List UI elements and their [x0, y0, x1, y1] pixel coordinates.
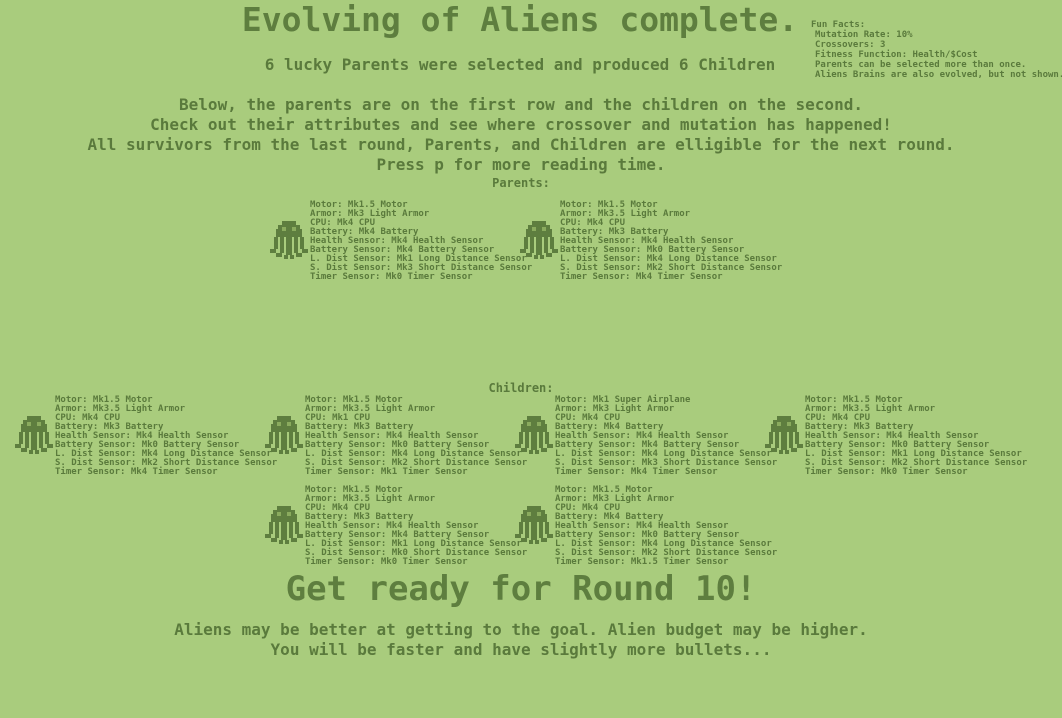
child-card: Motor: Mk1.5 Motor Armor: Mk3.5 Light Arm…: [15, 396, 277, 477]
fun-fact-line: Crossovers: 3: [815, 40, 886, 50]
alien-sprite-icon: [515, 416, 553, 456]
footer-line: You will be faster and have slightly mor…: [270, 640, 772, 659]
alien-attributes: Motor: Mk1.5 Motor Armor: Mk3 Light Armor…: [555, 486, 777, 567]
intro-line: Check out their attributes and see where…: [150, 115, 892, 134]
alien-attributes: Motor: Mk1.5 Motor Armor: Mk3.5 Light Arm…: [305, 486, 527, 567]
fun-fact-line: Parents can be selected more than once.: [815, 60, 1027, 70]
footer-line: Aliens may be better at getting to the g…: [174, 620, 868, 639]
fun-fact-line: Aliens Brains are also evolved, but not …: [815, 70, 1062, 80]
alien-attributes: Motor: Mk1 Super Airplane Armor: Mk3 Ligh…: [555, 396, 777, 477]
attribute-line: Timer Sensor: Mk1 Timer Sensor: [305, 467, 468, 477]
alien-sprite-icon: [15, 416, 53, 456]
child-card: Motor: Mk1.5 Motor Armor: Mk3.5 Light Arm…: [265, 486, 527, 567]
alien-sprite-icon: [265, 506, 303, 546]
alien-sprite-icon: [520, 221, 558, 261]
intro-line: All survivors from the last round, Paren…: [87, 135, 955, 154]
fun-facts-title: Fun Facts:: [811, 20, 866, 30]
alien-sprite-icon: [270, 221, 308, 261]
child-card: Motor: Mk1.5 Motor Armor: Mk3.5 Light Arm…: [765, 396, 1027, 477]
alien-attributes: Motor: Mk1.5 Motor Armor: Mk3.5 Light Arm…: [55, 396, 277, 477]
attribute-line: Timer Sensor: Mk4 Timer Sensor: [560, 272, 723, 282]
parent-card: Motor: Mk1.5 Motor Armor: Mk3.5 Light Arm…: [520, 201, 782, 282]
round-announcement: Get ready for Round 10!: [285, 569, 757, 609]
selection-summary: 6 lucky Parents were selected and produc…: [264, 55, 776, 74]
alien-sprite-icon: [265, 416, 303, 456]
parents-label: Parents:: [492, 176, 550, 190]
intro-text: Below, the parents are on the first row …: [0, 95, 1042, 175]
attribute-line: Timer Sensor: Mk1.5 Timer Sensor: [555, 557, 729, 567]
fun-facts-panel: Fun Facts: Mutation Rate: 10% Crossovers…: [811, 20, 1062, 80]
alien-sprite-icon: [515, 506, 553, 546]
attribute-line: Timer Sensor: Mk0 Timer Sensor: [305, 557, 468, 567]
alien-attributes: Motor: Mk1.5 Motor Armor: Mk3.5 Light Arm…: [305, 396, 527, 477]
parent-card: Motor: Mk1.5 Motor Armor: Mk3 Light Armor…: [270, 201, 532, 282]
round-footer: Aliens may be better at getting to the g…: [0, 620, 1042, 660]
fun-fact-line: Mutation Rate: 10%: [815, 30, 913, 40]
attribute-line: Timer Sensor: Mk0 Timer Sensor: [310, 272, 473, 282]
attribute-line: Timer Sensor: Mk0 Timer Sensor: [805, 467, 968, 477]
alien-sprite-icon: [765, 416, 803, 456]
attribute-line: Timer Sensor: Mk4 Timer Sensor: [555, 467, 718, 477]
alien-attributes: Motor: Mk1.5 Motor Armor: Mk3.5 Light Arm…: [560, 201, 782, 282]
child-card: Motor: Mk1.5 Motor Armor: Mk3 Light Armor…: [515, 486, 777, 567]
children-label: Children:: [488, 381, 554, 395]
alien-attributes: Motor: Mk1.5 Motor Armor: Mk3.5 Light Arm…: [805, 396, 1027, 477]
child-card: Motor: Mk1 Super Airplane Armor: Mk3 Ligh…: [515, 396, 777, 477]
alien-attributes: Motor: Mk1.5 Motor Armor: Mk3 Light Armor…: [310, 201, 532, 282]
intro-line: Press p for more reading time.: [376, 155, 666, 174]
intro-line: Below, the parents are on the first row …: [179, 95, 863, 114]
fun-fact-line: Fitness Function: Health/$Cost: [815, 50, 978, 60]
attribute-line: Timer Sensor: Mk4 Timer Sensor: [55, 467, 218, 477]
child-card: Motor: Mk1.5 Motor Armor: Mk3.5 Light Arm…: [265, 396, 527, 477]
